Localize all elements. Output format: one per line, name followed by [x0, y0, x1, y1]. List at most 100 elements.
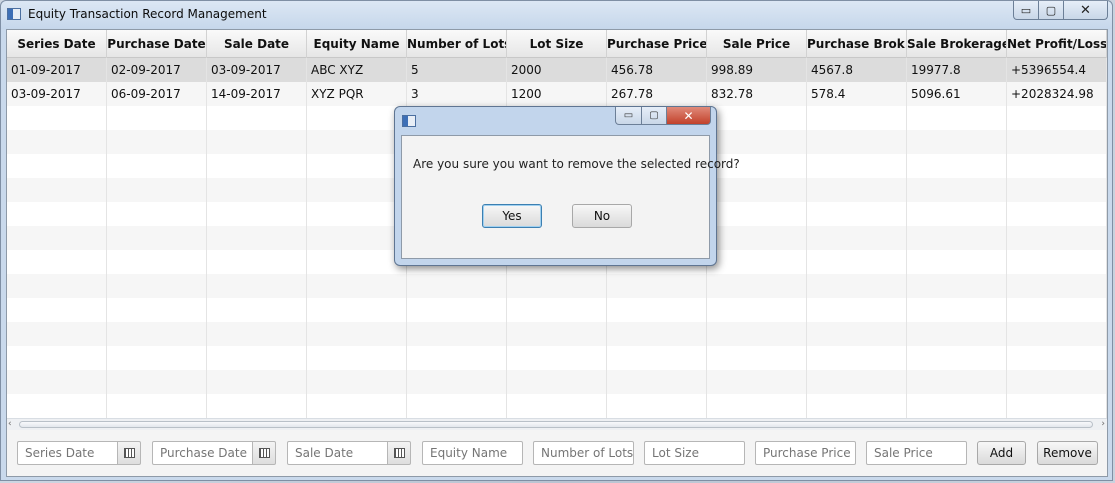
column-header[interactable]: Number of Lots — [407, 30, 507, 58]
table-cell — [1007, 394, 1107, 418]
empty-table-row[interactable] — [7, 346, 1107, 370]
table-cell: 03-09-2017 — [7, 82, 107, 106]
dialog-body: Are you sure you want to remove the sele… — [401, 135, 740, 259]
table-cell — [1007, 346, 1107, 370]
table-cell — [107, 178, 207, 202]
table-cell — [7, 370, 107, 394]
table-cell — [7, 106, 107, 130]
scrollbar-thumb[interactable] — [19, 421, 1093, 428]
window-controls: ▭ ▢ ✕ — [1013, 1, 1108, 20]
table-cell — [207, 298, 307, 322]
table-cell — [207, 274, 307, 298]
table-cell — [407, 298, 507, 322]
sale-date-input[interactable] — [287, 441, 389, 465]
table-cell — [207, 154, 307, 178]
column-header[interactable]: Lot Size — [507, 30, 607, 58]
empty-table-row[interactable] — [7, 370, 1107, 394]
dialog-minimize-button[interactable]: ▭ — [615, 107, 642, 125]
series-date-input[interactable] — [17, 441, 119, 465]
column-header[interactable]: Sale Price — [707, 30, 807, 58]
no-button[interactable]: No — [572, 204, 632, 228]
number-of-lots-input[interactable] — [533, 441, 634, 465]
table-cell — [707, 178, 807, 202]
table-cell — [907, 274, 1007, 298]
table-cell — [107, 322, 207, 346]
empty-table-row[interactable] — [7, 322, 1107, 346]
maximize-button[interactable]: ▢ — [1039, 1, 1064, 20]
horizontal-scrollbar[interactable]: ‹ › — [7, 418, 1107, 430]
sale-price-input[interactable] — [866, 441, 967, 465]
table-header: Series Date Purchase Date Sale Date Equity … — [7, 30, 1107, 58]
table-cell — [607, 346, 707, 370]
table-cell — [307, 322, 407, 346]
column-header[interactable]: Purchase Brok... — [807, 30, 907, 58]
column-header[interactable]: Equity Name — [307, 30, 407, 58]
table-cell — [707, 130, 807, 154]
table-cell — [7, 130, 107, 154]
empty-table-row[interactable] — [7, 394, 1107, 418]
table-cell — [807, 178, 907, 202]
purchase-date-input[interactable] — [152, 441, 254, 465]
column-header[interactable]: Net Profit/Loss — [1007, 30, 1107, 58]
column-header[interactable]: Sale Brokerage — [907, 30, 1007, 58]
table-cell — [1007, 154, 1107, 178]
scroll-right-icon[interactable]: › — [1101, 419, 1105, 429]
add-button[interactable]: Add — [977, 441, 1026, 465]
purchase-date-picker-button[interactable] — [252, 441, 276, 465]
table-cell — [7, 322, 107, 346]
table-cell — [807, 394, 907, 418]
minimize-button[interactable]: ▭ — [1013, 1, 1039, 20]
table-cell — [107, 226, 207, 250]
remove-button[interactable]: Remove — [1037, 441, 1098, 465]
table-cell — [707, 274, 807, 298]
table-cell — [907, 178, 1007, 202]
table-cell — [307, 130, 407, 154]
table-cell — [107, 130, 207, 154]
table-cell — [1007, 250, 1107, 274]
dialog-maximize-button[interactable]: ▢ — [642, 107, 667, 125]
column-header[interactable]: Purchase Price — [607, 30, 707, 58]
table-cell — [1007, 106, 1107, 130]
table-cell — [807, 322, 907, 346]
yes-button[interactable]: Yes — [482, 204, 542, 228]
table-cell — [807, 202, 907, 226]
column-header[interactable]: Sale Date — [207, 30, 307, 58]
column-header[interactable]: Series Date — [7, 30, 107, 58]
table-cell — [1007, 226, 1107, 250]
column-header[interactable]: Purchase Date — [107, 30, 207, 58]
table-cell — [807, 130, 907, 154]
dialog-message: Are you sure you want to remove the sele… — [413, 157, 740, 171]
lot-size-input[interactable] — [644, 441, 745, 465]
sale-date-picker-button[interactable] — [387, 441, 411, 465]
table-cell — [1007, 370, 1107, 394]
title-bar[interactable]: Equity Transaction Record Management ▭ ▢… — [1, 1, 1112, 29]
table-cell — [407, 274, 507, 298]
dialog-close-button[interactable]: ✕ — [667, 107, 711, 125]
series-date-picker-button[interactable] — [117, 441, 141, 465]
empty-table-row[interactable] — [7, 274, 1107, 298]
maximize-icon: ▢ — [1045, 3, 1057, 17]
table-cell — [707, 202, 807, 226]
purchase-price-input[interactable] — [755, 441, 856, 465]
table-row[interactable]: 01-09-2017 02-09-2017 03-09-2017 ABC XYZ 5 20… — [7, 58, 1107, 82]
equity-name-input[interactable] — [422, 441, 523, 465]
table-cell: 19977.8 — [907, 58, 1007, 82]
table-cell — [207, 394, 307, 418]
dialog-app-icon — [402, 115, 416, 127]
table-cell — [207, 178, 307, 202]
calendar-icon — [394, 448, 405, 458]
table-cell: ABC XYZ — [307, 58, 407, 82]
table-cell — [807, 370, 907, 394]
table-cell — [7, 346, 107, 370]
table-cell — [107, 202, 207, 226]
table-cell — [607, 370, 707, 394]
table-cell — [1007, 298, 1107, 322]
table-row[interactable]: 03-09-2017 06-09-2017 14-09-2017 XYZ PQR 3 12… — [7, 82, 1107, 106]
scroll-left-icon[interactable]: ‹ — [8, 419, 12, 429]
empty-table-row[interactable] — [7, 298, 1107, 322]
table-cell — [307, 226, 407, 250]
close-button[interactable]: ✕ — [1064, 1, 1108, 20]
table-cell — [907, 154, 1007, 178]
table-cell: +5396554.4 — [1007, 58, 1107, 82]
table-cell — [107, 250, 207, 274]
